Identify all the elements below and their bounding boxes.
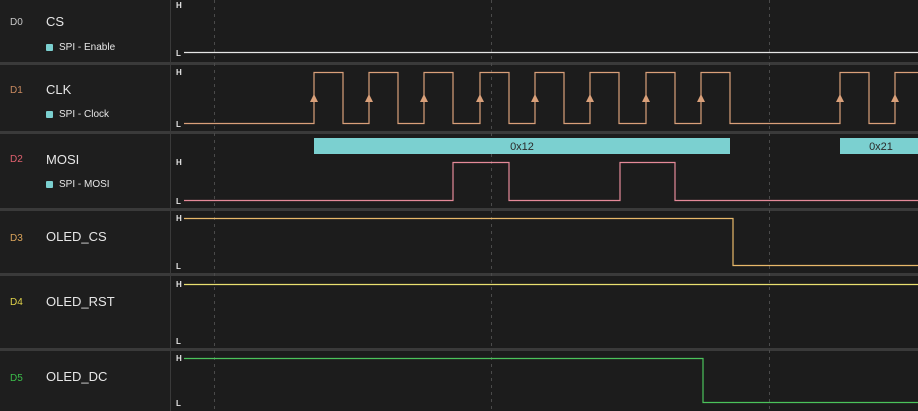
mosi-waveform xyxy=(184,161,918,202)
level-high-label: H xyxy=(176,68,182,77)
oled-cs-waveform xyxy=(184,217,918,267)
rising-edge-marker xyxy=(310,94,318,102)
level-high-label: H xyxy=(176,354,182,363)
decoded-frame[interactable]: 0x21 xyxy=(840,138,918,154)
rising-edge-marker xyxy=(586,94,594,102)
rising-edge-marker xyxy=(365,94,373,102)
rising-edge-marker xyxy=(531,94,539,102)
waveform-canvas[interactable]: H L H L H L H L H L H L 0x12 0x21 xyxy=(0,0,918,411)
decoded-value: 0x12 xyxy=(510,141,534,153)
level-low-label: L xyxy=(176,399,181,408)
level-low-label: L xyxy=(176,197,181,206)
level-high-label: H xyxy=(176,214,182,223)
decoded-frame[interactable]: 0x12 xyxy=(314,138,730,154)
clk-waveform xyxy=(184,71,918,125)
level-low-label: L xyxy=(176,120,181,129)
rising-edge-marker xyxy=(836,94,844,102)
level-labels: H L H L H L H L H L H L xyxy=(176,1,182,408)
logic-analyzer-view: D0 CS SPI - Enable D1 CLK SPI - Clock D2… xyxy=(0,0,918,411)
level-low-label: L xyxy=(176,262,181,271)
level-low-label: L xyxy=(176,49,181,58)
rising-edge-marker xyxy=(697,94,705,102)
decoded-value: 0x21 xyxy=(869,141,893,153)
oled-dc-waveform xyxy=(184,357,918,404)
grid-lines xyxy=(214,0,770,411)
rising-edge-marker xyxy=(891,94,899,102)
level-low-label: L xyxy=(176,337,181,346)
level-high-label: H xyxy=(176,1,182,10)
rising-edge-marker xyxy=(642,94,650,102)
level-high-label: H xyxy=(176,158,182,167)
rising-edge-marker xyxy=(420,94,428,102)
rising-edge-marker xyxy=(476,94,484,102)
level-high-label: H xyxy=(176,280,182,289)
